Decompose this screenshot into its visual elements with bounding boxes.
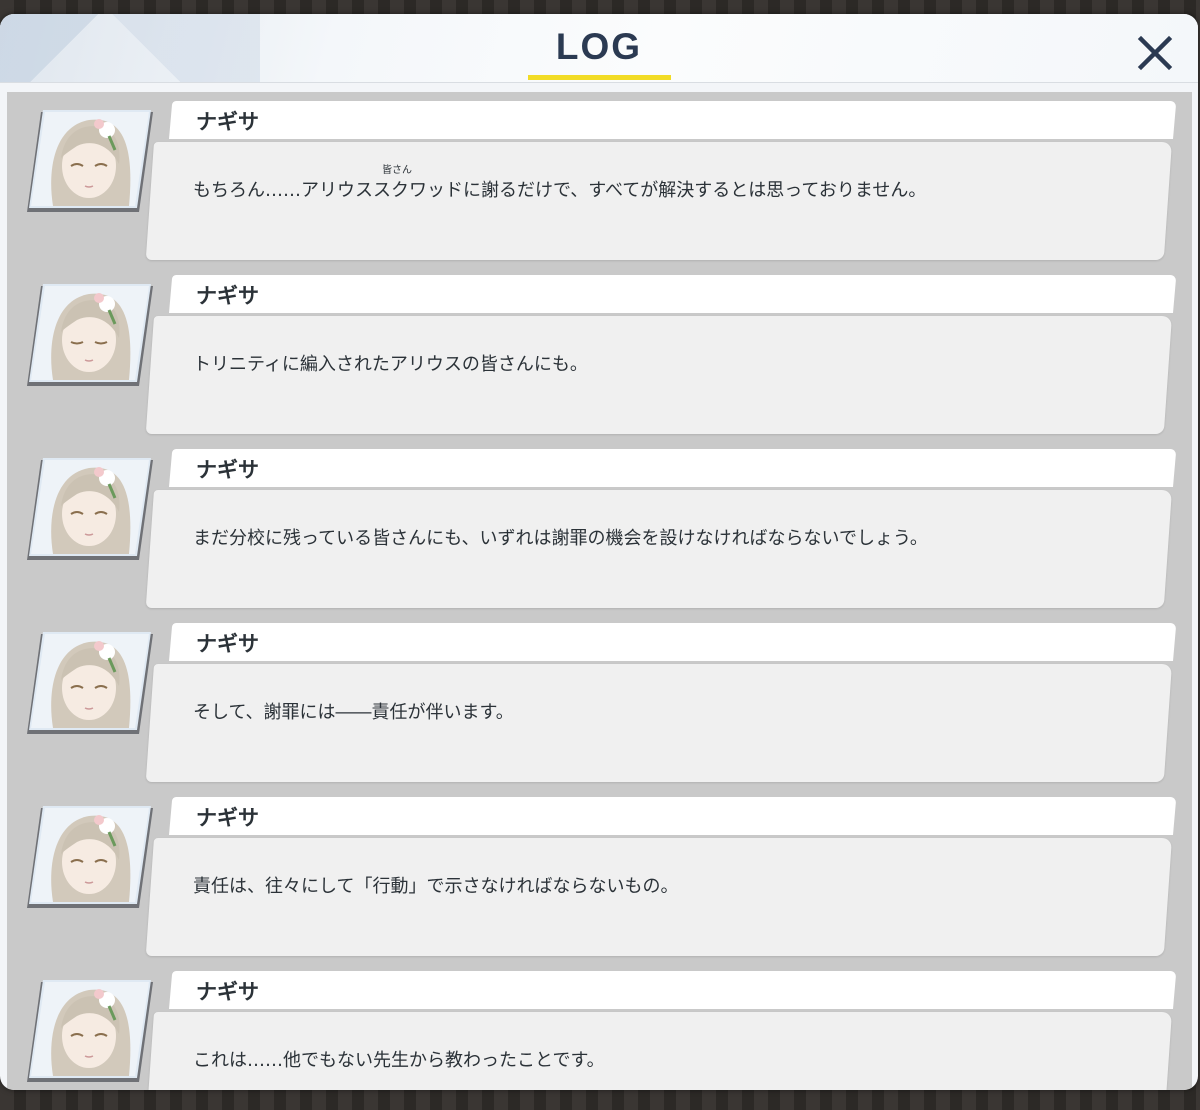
log-entry: ナギサ トリニティに編入されたアリウスの皆さんにも。 [7, 266, 1192, 440]
character-portrait [27, 806, 153, 908]
character-portrait [27, 110, 153, 212]
log-entry: ナギサ そして、謝罪には――責任が伴います。 [7, 614, 1192, 788]
character-portrait [27, 458, 153, 560]
speaker-bar [169, 623, 1177, 661]
speaker-bar [169, 449, 1177, 487]
speaker-bar [169, 971, 1177, 1009]
character-portrait [27, 632, 153, 734]
log-entry: ナギサ 責任は、往々にして「行動」で示さなければならないもの。 [7, 788, 1192, 962]
close-icon [1137, 35, 1173, 71]
speaker-name: ナギサ [196, 458, 259, 482]
dialogue-text: これは……他でもない先生から教わったことです。 [193, 1050, 605, 1071]
dialogue-text: まだ分校に残っている皆さんにも、いずれは謝罪の機会を設けなければならないでしょう… [193, 528, 928, 549]
log-entry: ナギサ 皆さん もちろん……アリウススクワッドに謝るだけで、すべてが解決するとは… [7, 92, 1192, 266]
speaker-bar [169, 797, 1177, 835]
close-button[interactable] [1130, 28, 1180, 78]
speaker-name: ナギサ [196, 110, 259, 134]
dialogue-text: 責任は、往々にして「行動」で示さなければならないもの。 [193, 876, 679, 897]
character-portrait [27, 284, 153, 386]
speaker-bar [169, 101, 1177, 139]
log-entry: ナギサ まだ分校に残っている皆さんにも、いずれは謝罪の機会を設けなければならない… [7, 440, 1192, 614]
dialogue-text: トリニティに編入されたアリウスの皆さんにも。 [193, 354, 588, 375]
log-list[interactable]: ナギサ 皆さん もちろん……アリウススクワッドに謝るだけで、すべてが解決するとは… [7, 92, 1192, 1090]
dialogue-text: そして、謝罪には――責任が伴います。 [193, 702, 514, 723]
speaker-bar [169, 275, 1177, 313]
log-window: LOG ナギサ 皆さん もちろん……アリウススクワッドに謝るだけで、すべてが解決… [0, 14, 1198, 1090]
character-portrait [27, 980, 153, 1082]
log-entry: ナギサ これは……他でもない先生から教わったことです。 [7, 962, 1192, 1090]
speaker-name: ナギサ [196, 632, 259, 656]
dialogue-text: もちろん……アリウススクワッドに謝るだけで、すべてが解決するとは思っておりません… [193, 180, 927, 201]
log-header: LOG [0, 14, 1198, 83]
speaker-name: ナギサ [196, 284, 259, 308]
log-title: LOG [555, 26, 643, 67]
speaker-name: ナギサ [196, 806, 259, 830]
speaker-name: ナギサ [196, 980, 259, 1004]
ruby-annotation: 皆さん [382, 165, 412, 176]
title-underline [528, 75, 671, 80]
